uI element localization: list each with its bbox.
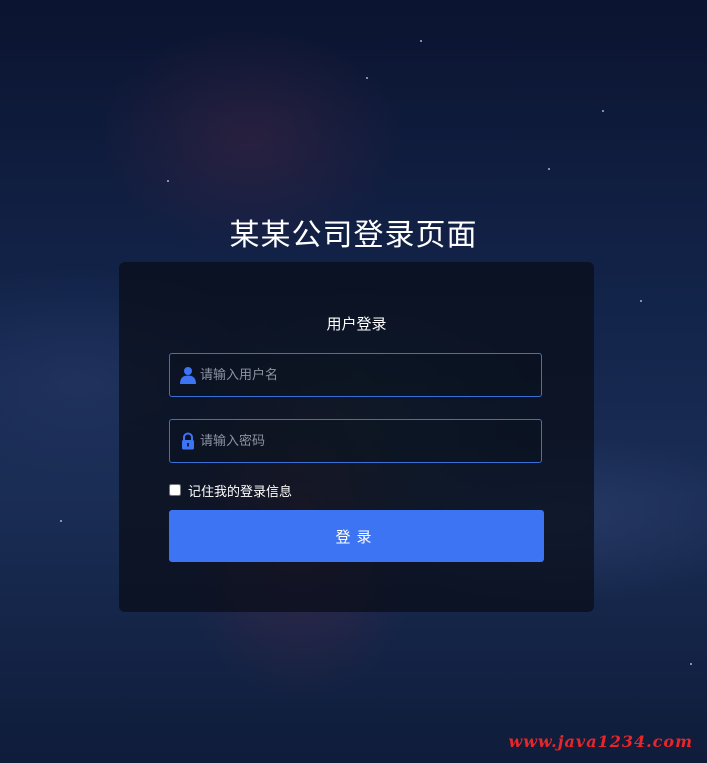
remember-me[interactable]: 记住我的登录信息 [169, 481, 293, 500]
login-card: 用户登录 记住我的登录信息 登录 [119, 262, 594, 612]
watermark: www.java1234.com [508, 732, 693, 751]
remember-me-checkbox[interactable] [169, 484, 181, 496]
user-icon [180, 367, 196, 384]
username-field[interactable] [169, 353, 542, 397]
login-card-title: 用户登录 [326, 315, 387, 333]
page-title: 某某公司登录页面 [229, 218, 478, 253]
remember-me-label: 记住我的登录信息 [188, 484, 293, 500]
username-input[interactable] [200, 354, 530, 396]
lock-icon [182, 432, 194, 450]
password-input[interactable] [200, 420, 530, 462]
password-field[interactable] [169, 419, 542, 463]
login-button[interactable]: 登录 [169, 510, 544, 562]
